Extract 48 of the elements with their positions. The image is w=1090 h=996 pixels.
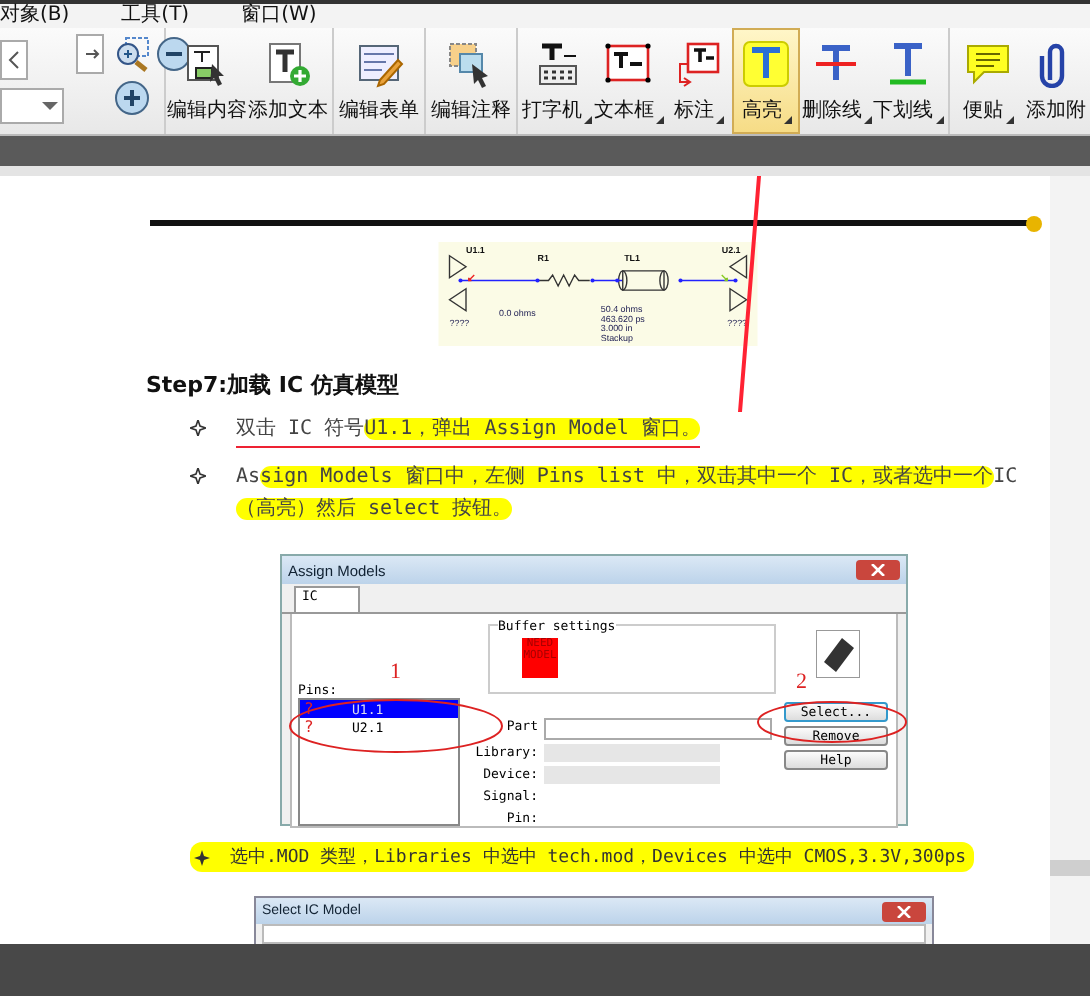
toolbar-button[interactable]: 文本框 (593, 28, 665, 134)
menu-item[interactable]: 对象(B) (0, 4, 70, 28)
speech-bubble-icon (964, 40, 1012, 88)
toolbar-button[interactable]: 标注 (664, 28, 733, 134)
next-page-icon[interactable] (76, 34, 104, 74)
callout-icon (674, 40, 723, 88)
chip-icon (816, 630, 860, 678)
diamond-bullet-icon (190, 420, 206, 436)
highlight-icon (742, 40, 791, 88)
add-text-icon (264, 40, 313, 88)
close-icon[interactable] (882, 901, 926, 921)
zoom-in-icon[interactable] (114, 80, 150, 116)
toolbar-button[interactable]: 下划线 (872, 28, 945, 134)
dropdown-corner-icon (935, 116, 944, 124)
toolbar-button[interactable]: 便贴 (954, 28, 1022, 134)
callout-number: 2 (796, 670, 807, 694)
toolbar-button[interactable]: 编辑内容 (166, 28, 248, 134)
menu-item[interactable]: 工具(T) (121, 4, 190, 28)
dropdown-corner-icon (1005, 116, 1013, 124)
toolbar-button[interactable]: 打字机 (521, 28, 593, 134)
bullet-text: Assign Models 窗口中，左侧 Pins list 中，双击其中一个 IC，或者选中一个IC （高亮）然后 select 按钮。 (236, 463, 1018, 524)
bullet-text: 双击 IC 符号U1.1，弹出 Assign Model 窗口。 (236, 414, 701, 448)
toolbar-button[interactable]: 编辑表单 (338, 28, 421, 134)
dropdown-corner-icon (584, 116, 593, 124)
zoom-dropdown[interactable] (0, 88, 64, 124)
zoom-area-icon[interactable] (114, 36, 150, 72)
menu-item[interactable]: 窗口(W) (241, 4, 317, 28)
diamond-bullet-icon (194, 849, 210, 865)
toolbar-button[interactable]: 添加文本 (247, 28, 329, 134)
previous-page-icon[interactable] (0, 40, 28, 80)
diamond-bullet-icon (190, 468, 206, 484)
section-heading: Step7:加载 IC 仿真模型 (146, 370, 401, 400)
close-icon[interactable] (856, 560, 900, 580)
dropdown-corner-icon (863, 116, 872, 124)
caret-icon (42, 100, 58, 112)
callout-number: 1 (390, 660, 401, 684)
form-pencil-icon (355, 40, 404, 88)
toolbar-button[interactable]: 添加附 (1022, 28, 1090, 134)
toolbar-button[interactable]: 高亮 (732, 28, 801, 134)
text-box-icon (604, 40, 653, 88)
dropdown-corner-icon (715, 116, 724, 124)
toolbar-button[interactable]: 编辑注释 (430, 28, 512, 134)
typewriter-icon (533, 40, 582, 88)
dropdown-corner-icon (783, 116, 792, 124)
part-field[interactable] (544, 718, 772, 740)
dropdown-corner-icon (655, 116, 664, 124)
toolbar-button[interactable]: 删除线 (800, 28, 873, 134)
highlighted-bullet-text: 选中.MOD 类型，Libraries 中选中 tech.mod，Devices 中选中 CMOS,3.3V,300ps (190, 842, 975, 872)
